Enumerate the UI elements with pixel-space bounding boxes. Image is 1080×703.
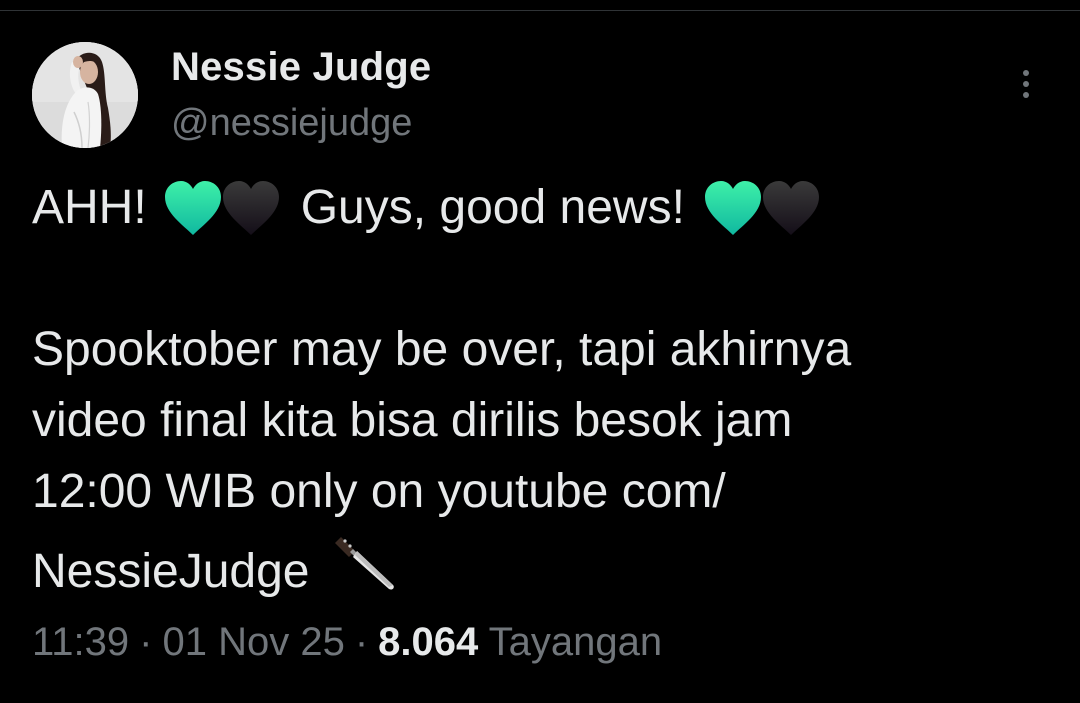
tweet-text: AHH! Guys, good news! Spooktober may be …	[32, 172, 1042, 607]
tweet-text-good-news: Guys, good news!	[300, 181, 685, 234]
black-heart-icon	[219, 179, 283, 237]
tweet-date[interactable]: 01 Nov 25	[162, 620, 344, 664]
tweet-text-line-4: video final kita bisa dirilis besok jam	[32, 394, 793, 447]
tweet-text-ahh: AHH!	[32, 181, 147, 234]
tweet-meta: 11:39 · 01 Nov 25 · 8.064 Tayangan	[32, 617, 1042, 667]
meta-separator: ·	[354, 620, 369, 664]
tweet-text-line-1: AHH! Guys, good news!	[32, 172, 1042, 243]
tweet-text-line-3: Spooktober may be over, tapi akhirnya	[32, 323, 852, 376]
tweet-text-line-6: NessieJudge	[32, 527, 1042, 607]
author-handle[interactable]: @nessiejudge	[171, 100, 431, 146]
green-heart-icon	[701, 179, 765, 237]
meta-separator: ·	[139, 620, 153, 664]
tweet-text-nessiejudge: NessieJudge	[32, 545, 310, 598]
more-vertical-icon[interactable]	[1012, 64, 1040, 108]
top-divider	[0, 10, 1080, 11]
tweet-text-blank-line	[32, 243, 1042, 314]
tweet-time[interactable]: 11:39	[32, 620, 129, 664]
green-heart-icon	[161, 179, 225, 237]
knife-icon	[331, 527, 397, 593]
tweet-text-line-5: 12:00 WIB only on youtube com/	[32, 465, 726, 518]
author-display-name[interactable]: Nessie Judge	[171, 44, 431, 90]
views-count[interactable]: 8.064	[378, 620, 478, 664]
author-names: Nessie Judge @nessiejudge	[171, 44, 431, 146]
avatar[interactable]	[32, 42, 138, 148]
views-label[interactable]: Tayangan	[489, 620, 662, 664]
tweet-header: Nessie Judge @nessiejudge	[32, 42, 1042, 152]
black-heart-icon	[759, 179, 823, 237]
tweet[interactable]: Nessie Judge @nessiejudge AHH! Guys, goo…	[32, 42, 1042, 667]
